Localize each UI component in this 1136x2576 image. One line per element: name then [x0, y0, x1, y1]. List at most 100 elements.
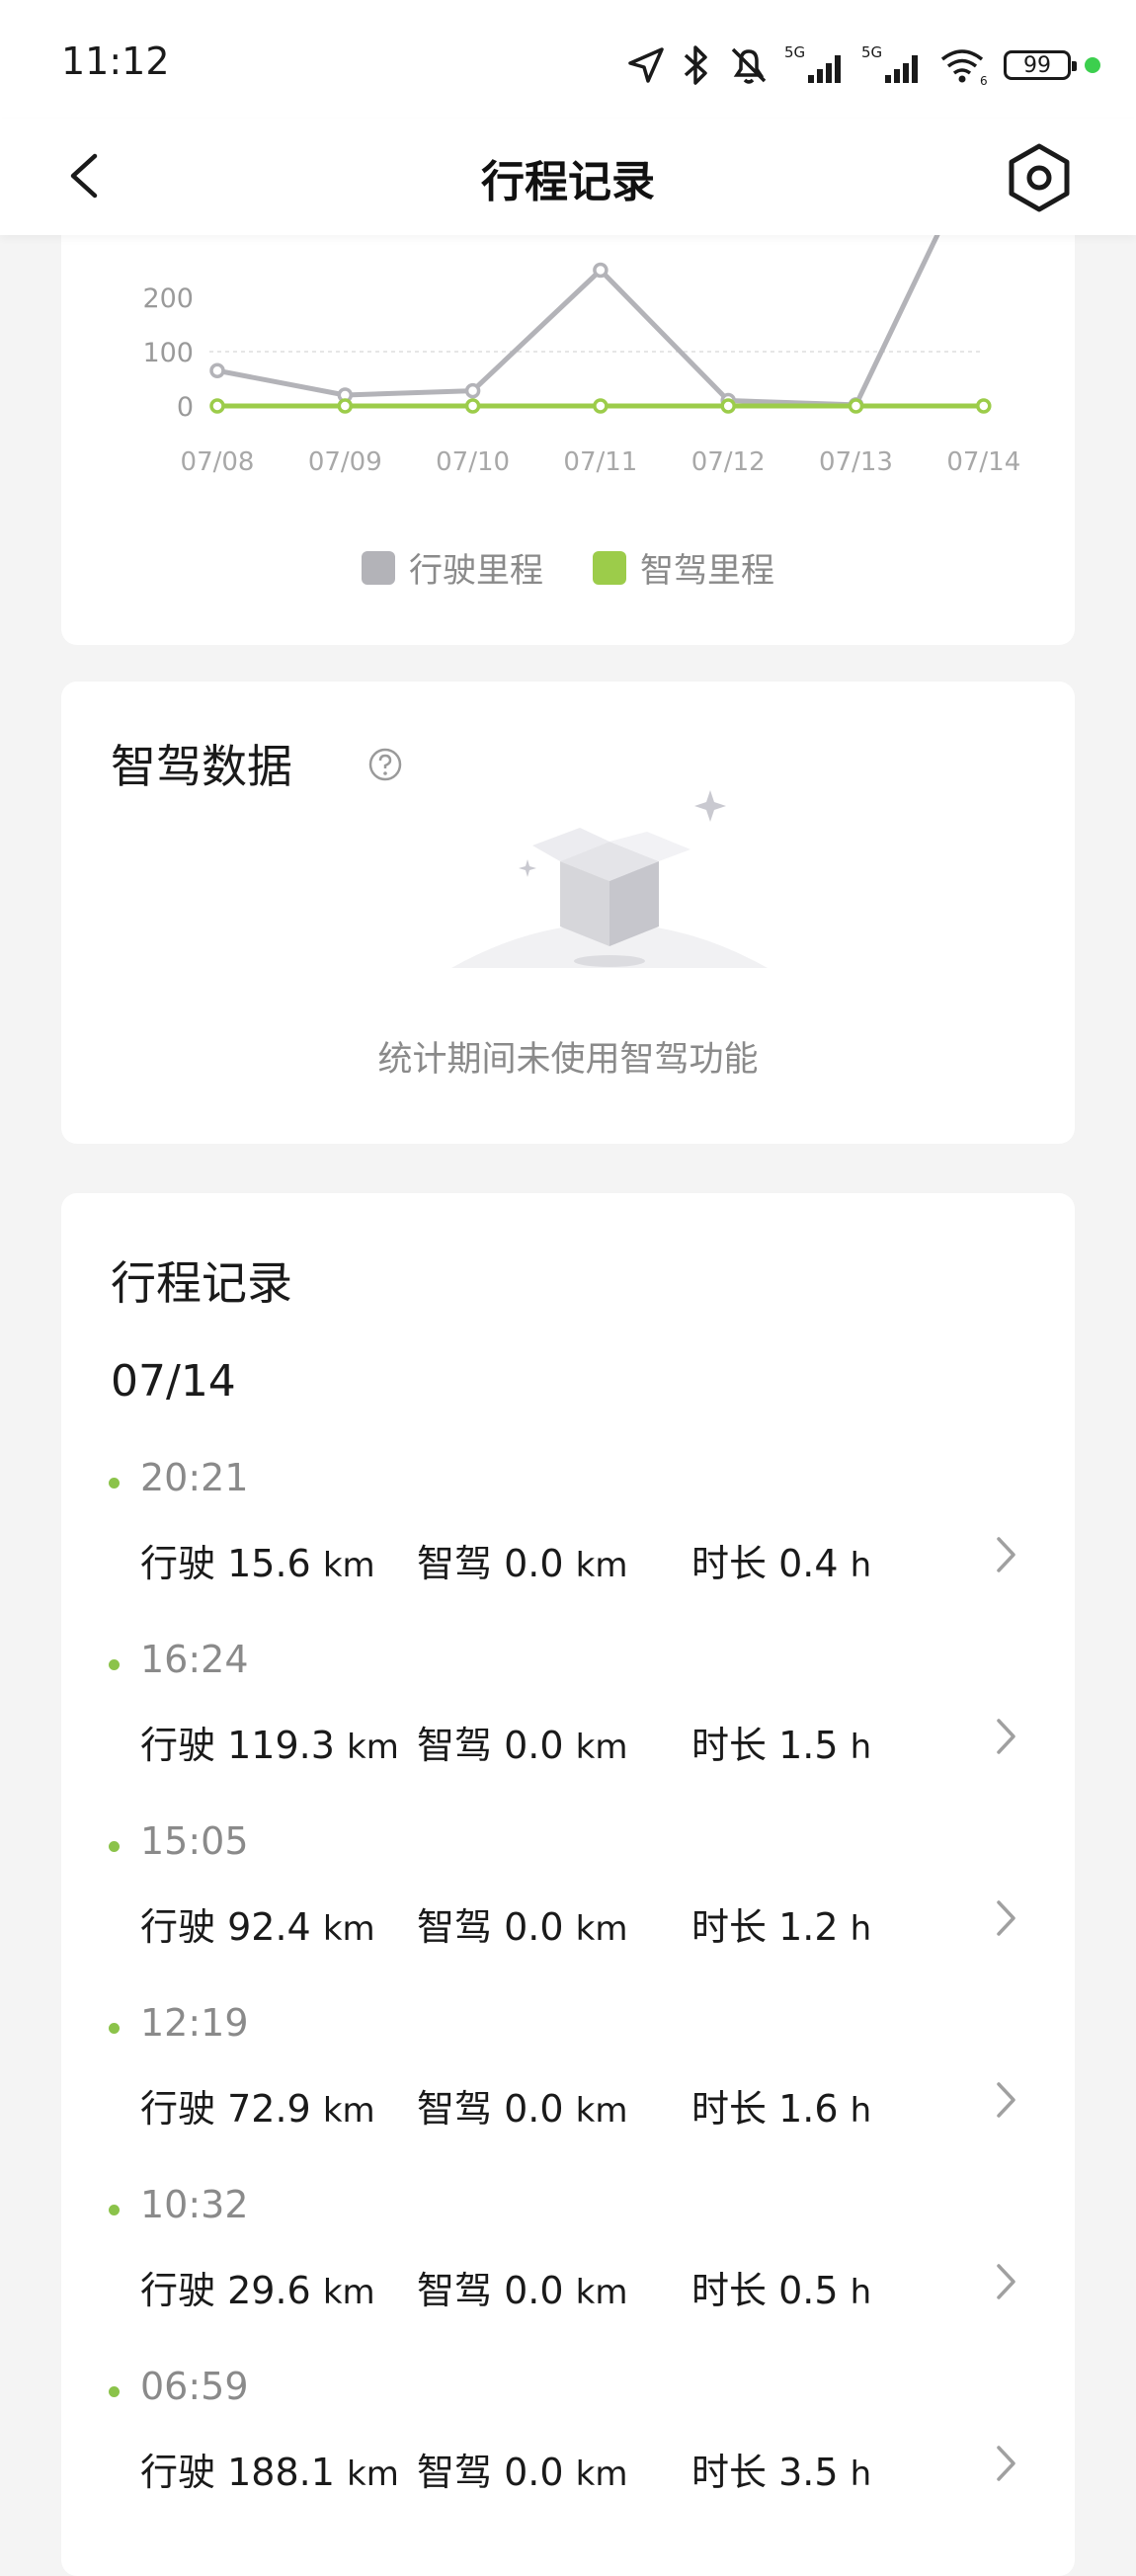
trip-time: 20:21 — [140, 1456, 249, 1499]
chevron-right-icon — [997, 1719, 1015, 1754]
chevron-right-icon — [997, 2082, 1015, 2118]
zhijia-unit: km — [575, 1546, 628, 1585]
trip-row[interactable]: 12:19 行驶 72.9 km 智驾 0.0 km 时长 1.6 h — [61, 1983, 1075, 2165]
drive-unit: km — [347, 2455, 399, 2494]
zhijia-value: 0.0 — [504, 2087, 564, 2131]
drive-label: 行驶 — [140, 1724, 216, 1767]
trip-dot — [109, 1841, 120, 1852]
trip-row[interactable]: 16:24 行驶 119.3 km 智驾 0.0 km 时长 1.5 h — [61, 1620, 1075, 1802]
signal-5g-icon-2: 5G — [861, 43, 918, 83]
duration-label: 时长 — [691, 2451, 768, 2494]
trip-dot — [109, 2386, 120, 2397]
y-tick-label-1: 100 — [142, 338, 194, 368]
trip-row[interactable]: 10:32 行驶 29.6 km 智驾 0.0 km 时长 0.5 h — [61, 2165, 1075, 2347]
trip-zhijia: 智驾 0.0 km — [417, 1533, 627, 1587]
trip-time: 15:05 — [140, 1819, 249, 1863]
chevron-right-icon — [997, 2264, 1015, 2299]
trip-row[interactable]: 06:59 行驶 188.1 km 智驾 0.0 km 时长 3.5 h — [61, 2347, 1075, 2529]
drive-label: 行驶 — [140, 1905, 216, 1949]
trip-dot — [109, 1478, 120, 1489]
battery-level: 99 — [1023, 52, 1051, 78]
trip-drive: 行驶 188.1 km — [140, 2442, 399, 2496]
drive-unit: km — [322, 1909, 375, 1949]
duration-value: 0.5 — [778, 2269, 839, 2312]
privacy-indicator-dot — [1085, 57, 1100, 73]
trip-date-label: 07/14 — [111, 1356, 236, 1407]
zhijia-label: 智驾 — [417, 1905, 493, 1949]
page-title: 行程记录 — [481, 157, 655, 207]
x-tick-label-0: 07/08 — [181, 447, 255, 477]
trip-time: 16:24 — [140, 1638, 249, 1681]
zhijia-unit: km — [575, 2455, 628, 2494]
zhijia-label: 智驾 — [417, 1542, 493, 1585]
drive-unit: km — [322, 1546, 375, 1585]
series-0-point-0 — [209, 362, 225, 378]
legend-label-zhijia: 智驾里程 — [640, 551, 774, 591]
nav-bar: 行程记录 — [0, 119, 1136, 235]
trip-drive: 行驶 72.9 km — [140, 2078, 375, 2133]
zhijia-unit: km — [575, 2273, 628, 2312]
series-0-point-2 — [464, 382, 481, 399]
zhijia-card-title: 智驾数据 — [111, 740, 292, 793]
duration-label: 时长 — [691, 2087, 768, 2131]
drive-value: 15.6 — [227, 1542, 311, 1585]
trip-time: 12:19 — [140, 2001, 249, 2045]
drive-label: 行驶 — [140, 2269, 216, 2312]
trip-duration: 时长 1.6 h — [691, 2078, 871, 2133]
zhijia-label: 智驾 — [417, 1724, 493, 1767]
zhijia-label: 智驾 — [417, 2087, 493, 2131]
series-1-point-1 — [337, 398, 354, 414]
trip-row[interactable]: 15:05 行驶 92.4 km 智驾 0.0 km 时长 1.2 h — [61, 1802, 1075, 1983]
trip-duration: 时长 0.4 h — [691, 1533, 871, 1587]
trip-drive: 行驶 92.4 km — [140, 1896, 375, 1951]
legend-label-drive: 行驶里程 — [409, 551, 543, 591]
trip-dot — [109, 2205, 120, 2215]
duration-unit: h — [850, 1546, 872, 1585]
duration-value: 0.4 — [778, 1542, 839, 1585]
zhijia-unit: km — [575, 1909, 628, 1949]
trip-dot — [109, 1659, 120, 1670]
settings-button[interactable] — [1002, 140, 1077, 215]
x-tick-label-1: 07/09 — [308, 447, 382, 477]
status-icons: 5G 5G 6 99 — [626, 38, 1100, 93]
drive-label: 行驶 — [140, 2451, 216, 2494]
zhijia-unit: km — [575, 1728, 628, 1767]
trip-duration: 时长 3.5 h — [691, 2442, 871, 2496]
trip-duration: 时长 1.2 h — [691, 1896, 871, 1951]
chart-legend: 行驶里程 智驾里程 — [61, 543, 1075, 592]
zhijia-data-card: 智驾数据 统计期间未使用智驾功能 — [61, 682, 1075, 1144]
bluetooth-icon — [684, 45, 707, 85]
network-label-1: 5G — [784, 43, 805, 61]
help-icon[interactable] — [367, 747, 403, 782]
trip-duration: 时长 1.5 h — [691, 1715, 871, 1769]
trip-drive: 行驶 29.6 km — [140, 2260, 375, 2314]
trip-dot — [109, 2023, 120, 2034]
zhijia-value: 0.0 — [504, 1724, 564, 1767]
zhijia-value: 0.0 — [504, 2269, 564, 2312]
y-tick-label-0: 0 — [177, 392, 194, 423]
duration-unit: h — [850, 2455, 872, 2494]
zhijia-label: 智驾 — [417, 2269, 493, 2312]
chevron-right-icon — [997, 2446, 1015, 2481]
empty-box-illustration — [451, 790, 768, 968]
x-tick-label-3: 07/11 — [563, 447, 637, 477]
duration-unit: h — [850, 1909, 872, 1949]
mute-bell-icon — [731, 47, 767, 84]
trip-time: 06:59 — [140, 2365, 249, 2408]
battery-icon: 99 — [1004, 50, 1077, 80]
trip-zhijia: 智驾 0.0 km — [417, 1896, 627, 1951]
status-bar: 11:12 5G 5G 6 99 — [0, 0, 1136, 119]
wifi-label: 6 — [980, 74, 988, 87]
duration-value: 1.5 — [778, 1724, 839, 1767]
trip-records-title: 行程记录 — [111, 1256, 292, 1310]
x-tick-label-4: 07/12 — [691, 447, 766, 477]
trip-zhijia: 智驾 0.0 km — [417, 1715, 627, 1769]
x-tick-label-6: 07/14 — [946, 447, 1020, 477]
series-1-point-3 — [593, 398, 609, 414]
trip-drive: 行驶 15.6 km — [140, 1533, 375, 1587]
y-tick-label-2: 200 — [142, 283, 194, 314]
x-tick-label-5: 07/13 — [819, 447, 893, 477]
series-0-point-3 — [593, 262, 609, 279]
drive-value: 72.9 — [227, 2087, 311, 2131]
trip-row[interactable]: 20:21 行驶 15.6 km 智驾 0.0 km 时长 0.4 h — [61, 1438, 1075, 1620]
